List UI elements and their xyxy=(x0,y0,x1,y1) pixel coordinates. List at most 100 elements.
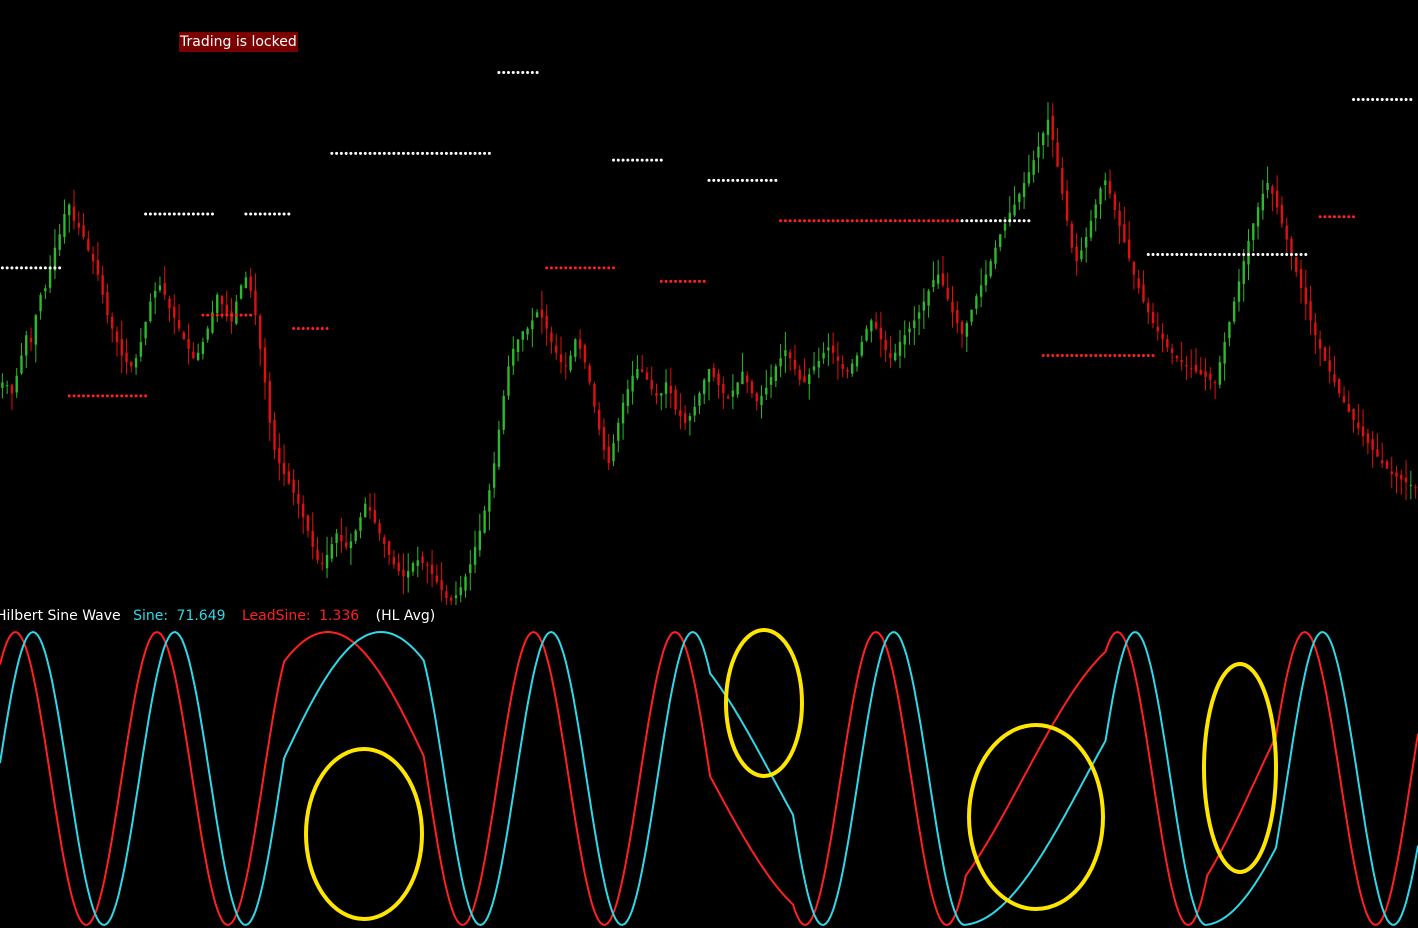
candle xyxy=(1204,358,1207,391)
highlight-circle xyxy=(1202,662,1278,874)
candle xyxy=(564,352,567,380)
candle xyxy=(617,418,620,453)
candle xyxy=(984,260,988,292)
candle xyxy=(846,367,849,379)
candle xyxy=(397,553,400,576)
candle xyxy=(512,336,515,375)
candle xyxy=(903,320,906,358)
candle xyxy=(956,301,959,334)
candle xyxy=(784,331,787,373)
candle xyxy=(569,350,572,373)
candle xyxy=(722,376,725,410)
candle xyxy=(187,323,190,365)
candle xyxy=(860,335,863,358)
candle xyxy=(239,283,243,300)
candle xyxy=(1190,349,1193,378)
candle xyxy=(25,330,28,369)
candle xyxy=(407,553,410,593)
candle xyxy=(960,319,964,348)
candle xyxy=(765,369,768,401)
support-dots xyxy=(659,279,706,283)
candle xyxy=(1371,431,1374,468)
candle xyxy=(1185,355,1188,380)
candle xyxy=(1147,297,1150,325)
candle xyxy=(679,393,682,430)
candle xyxy=(865,325,868,342)
candle xyxy=(1347,390,1350,413)
candle xyxy=(879,311,883,358)
candle xyxy=(607,433,610,471)
candle xyxy=(1032,150,1035,183)
candle xyxy=(540,290,544,334)
candle xyxy=(798,365,801,386)
candle xyxy=(1314,313,1317,354)
indicator-subwindow[interactable] xyxy=(0,605,1418,928)
candle xyxy=(445,584,448,605)
candle xyxy=(855,352,859,372)
candle xyxy=(1151,302,1155,329)
candle xyxy=(712,363,715,382)
candle xyxy=(1037,132,1040,173)
candle xyxy=(1209,367,1212,390)
resistance-dots xyxy=(497,71,539,75)
candle xyxy=(1027,154,1031,187)
chart-window[interactable]: Trading is locked Hilbert Sine Wave Sine… xyxy=(0,0,1418,928)
candle xyxy=(1304,269,1308,321)
candle xyxy=(96,241,100,281)
candle xyxy=(894,343,897,362)
candle xyxy=(741,352,744,385)
candle xyxy=(34,314,38,363)
candle xyxy=(201,337,205,360)
candle xyxy=(593,381,596,413)
candle xyxy=(841,355,844,378)
candle xyxy=(693,395,696,423)
candle xyxy=(975,293,978,315)
candle xyxy=(664,369,668,409)
candle xyxy=(803,358,806,383)
candle xyxy=(1089,210,1093,242)
candle xyxy=(354,529,357,544)
candle xyxy=(287,463,291,485)
candle xyxy=(301,495,305,534)
candle xyxy=(965,320,969,353)
candle xyxy=(1342,386,1346,403)
candle xyxy=(1056,128,1059,168)
candle xyxy=(1042,131,1045,159)
candle xyxy=(469,550,472,591)
candle xyxy=(626,379,630,414)
candle xyxy=(1338,377,1341,398)
candle xyxy=(559,336,563,374)
candle xyxy=(1361,409,1365,447)
candle xyxy=(683,405,687,431)
candle xyxy=(703,378,706,405)
candle xyxy=(278,433,281,481)
candle xyxy=(1094,199,1097,232)
price-chart[interactable] xyxy=(0,0,1418,605)
candle xyxy=(1013,186,1016,218)
candle xyxy=(211,300,214,335)
trading-locked-label: Trading is locked xyxy=(179,32,298,52)
candle xyxy=(874,312,878,331)
candle xyxy=(110,312,114,343)
candle xyxy=(53,229,57,279)
candle xyxy=(812,351,816,375)
candle xyxy=(416,546,419,578)
candle xyxy=(426,561,429,584)
candle xyxy=(1299,259,1303,304)
candle xyxy=(922,288,926,330)
candle xyxy=(507,355,510,400)
candle xyxy=(1018,192,1021,210)
candle xyxy=(936,259,940,289)
candle xyxy=(1323,346,1327,361)
candle xyxy=(316,536,319,564)
resistance-dots xyxy=(0,266,62,270)
candle xyxy=(793,344,797,376)
candle xyxy=(1175,355,1179,363)
candle xyxy=(364,497,367,518)
candle xyxy=(913,306,916,346)
candle xyxy=(335,528,338,557)
candle xyxy=(1061,157,1064,201)
candle xyxy=(688,412,692,436)
candle xyxy=(1132,261,1136,290)
candle xyxy=(144,321,147,346)
